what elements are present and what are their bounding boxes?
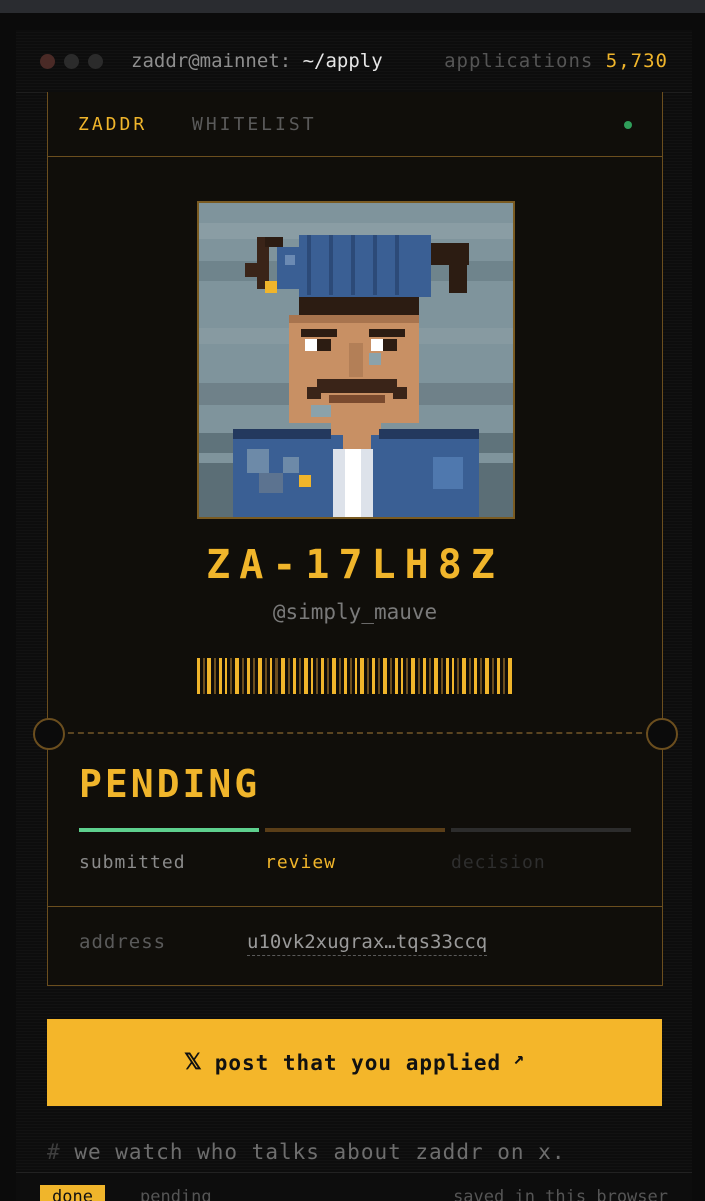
whitelist-tab: WHITELIST: [192, 114, 317, 135]
application-code: ZA-17LH8Z: [206, 542, 504, 588]
minimize-dot-icon[interactable]: [64, 54, 79, 69]
barcode-graphic: [197, 658, 512, 694]
applications-label: applications: [444, 50, 594, 72]
address-row: address u10vk2xugrax…tqs33ccq: [48, 906, 662, 986]
pending-label: pending: [140, 1187, 212, 1201]
applications-counter: applications 5,730: [444, 50, 668, 72]
comment-text: we watch who talks about zaddr on x.: [74, 1140, 566, 1164]
avatar: [197, 201, 515, 519]
address-value[interactable]: u10vk2xugrax…tqs33ccq: [247, 931, 488, 956]
progress-segment-decision: [451, 828, 631, 832]
step-label-decision: decision: [451, 852, 546, 873]
top-strip: [0, 0, 705, 13]
application-card: ZADDR WHITELIST ZA-17LH8Z @simply_mauve …: [33, 92, 678, 986]
info-comment: # we watch who talks about zaddr on x.: [47, 1140, 565, 1164]
saved-note: saved in this browser: [453, 1187, 668, 1201]
post-applied-label: post that you applied: [214, 1050, 502, 1075]
title-bar: zaddr@mainnet: ~/apply applications 5,73…: [16, 30, 692, 93]
x-logo-icon: 𝕏: [183, 1050, 203, 1075]
arrow-up-right-icon: ↗: [513, 1048, 526, 1069]
perforation-line: [48, 732, 662, 736]
comment-hash: #: [47, 1140, 61, 1164]
path-dir: ~/apply: [302, 50, 383, 72]
ticket-notch-left: [33, 718, 65, 750]
applications-count: 5,730: [605, 50, 668, 72]
user-handle: @simply_mauve: [272, 600, 438, 624]
post-applied-button[interactable]: 𝕏 post that you applied ↗: [47, 1019, 662, 1106]
status-bar: done pending saved in this browser: [16, 1172, 692, 1201]
progress-segment-submitted: [79, 828, 259, 832]
maximize-dot-icon[interactable]: [88, 54, 103, 69]
done-badge: done: [40, 1185, 105, 1201]
path-host: zaddr@mainnet:: [131, 50, 292, 72]
address-label: address: [79, 931, 167, 953]
terminal-path: zaddr@mainnet: ~/apply: [131, 50, 383, 72]
close-dot-icon[interactable]: [40, 54, 55, 69]
progress-segment-review: [265, 828, 445, 832]
brand-label: ZADDR: [78, 114, 148, 135]
ticket-notch-right: [646, 718, 678, 750]
pixel-avatar-image: [199, 203, 513, 517]
step-label-submitted: submitted: [79, 852, 186, 873]
step-label-review: review: [265, 852, 337, 873]
card-header: ZADDR WHITELIST: [48, 92, 662, 157]
application-status: PENDING: [79, 762, 261, 806]
status-dot-icon: [624, 121, 632, 129]
